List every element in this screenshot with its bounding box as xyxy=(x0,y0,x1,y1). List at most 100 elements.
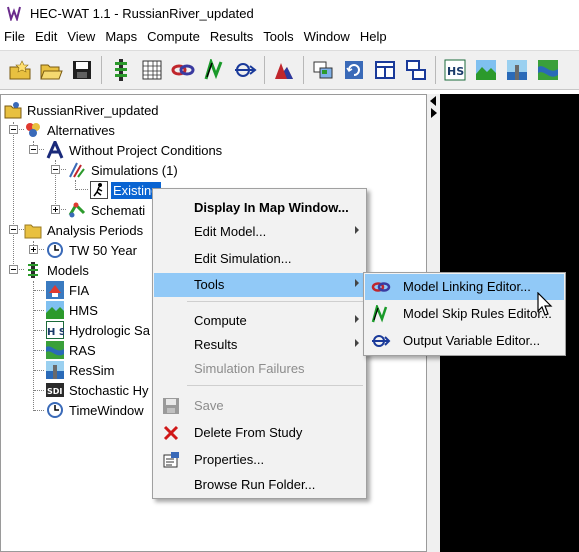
landscape-button[interactable] xyxy=(472,55,500,85)
expander-simulations[interactable] xyxy=(51,165,60,174)
new-study-button[interactable] xyxy=(6,55,34,85)
menu-file[interactable]: File xyxy=(0,29,30,44)
output-variable-label: Output Variable Editor... xyxy=(403,333,541,348)
menu-item-browse-run-folder[interactable]: Browse Run Folder... xyxy=(154,473,365,497)
menu-item-edit-model[interactable]: Edit Model... xyxy=(154,220,365,244)
menu-item-model-skip-rules-editor[interactable]: Model Skip Rules Editor... xyxy=(365,301,564,327)
tree-node-model-hydrologic-sampler[interactable]: H S Hydrologic Sa xyxy=(46,320,152,340)
results-label: Results xyxy=(194,337,238,352)
tree-node-alternatives[interactable]: Alternatives xyxy=(24,120,117,140)
expander-schematic[interactable] xyxy=(51,205,60,214)
models-button[interactable] xyxy=(107,55,135,85)
tree-node-model-timewindow[interactable]: TimeWindow xyxy=(46,400,146,420)
menu-view[interactable]: View xyxy=(62,29,100,44)
refresh-button[interactable] xyxy=(340,55,368,85)
collapse-left-icon[interactable] xyxy=(430,96,436,106)
menu-item-delete[interactable]: Delete From Study xyxy=(154,421,365,445)
properties-label: Properties... xyxy=(194,452,265,467)
models-icon xyxy=(24,261,42,279)
menu-results[interactable]: Results xyxy=(205,29,258,44)
tile-windows-button[interactable] xyxy=(371,55,399,85)
menu-item-model-linking-editor[interactable]: Model Linking Editor... xyxy=(365,274,564,300)
tree-node-model-stochastic[interactable]: SDI Stochastic Hy xyxy=(46,380,150,400)
fia-icon xyxy=(46,281,64,299)
menu-item-save: Save xyxy=(154,394,365,418)
menu-item-display-in-map[interactable]: Display In Map Window... xyxy=(154,196,365,220)
model-linking-button[interactable] xyxy=(169,55,197,85)
expander-alternatives[interactable] xyxy=(9,125,18,134)
mouse-pointer-icon xyxy=(537,291,555,318)
study-folder-icon xyxy=(4,101,22,119)
tree-node-tw50[interactable]: TW 50 Year xyxy=(46,240,139,260)
save-button[interactable] xyxy=(68,55,96,85)
tree-node-study-root[interactable]: RussianRiver_updated xyxy=(4,100,161,120)
submenu-arrow-icon xyxy=(355,339,359,347)
collapse-right-icon[interactable] xyxy=(431,108,437,118)
table-button[interactable] xyxy=(138,55,166,85)
tree-node-analysis-periods[interactable]: Analysis Periods xyxy=(24,220,145,240)
tree-node-without-project[interactable]: Without Project Conditions xyxy=(46,138,224,160)
tree-node-models[interactable]: Models xyxy=(24,260,91,280)
tree-node-model-hms[interactable]: HMS xyxy=(46,300,100,320)
model-ressim-label: ResSim xyxy=(69,362,115,378)
menu-item-simulation-failures: Simulation Failures xyxy=(154,357,365,381)
menu-item-results[interactable]: Results xyxy=(154,333,365,357)
menu-item-output-variable-editor[interactable]: Output Variable Editor... xyxy=(365,328,564,354)
output-arrow-icon xyxy=(235,63,257,77)
open-study-button[interactable] xyxy=(37,55,65,85)
reservoir-icon xyxy=(507,60,527,80)
menu-maps[interactable]: Maps xyxy=(100,29,142,44)
expander-without-project[interactable] xyxy=(29,145,38,154)
tree-node-model-ras[interactable]: RAS xyxy=(46,340,98,360)
browse-label: Browse Run Folder... xyxy=(194,477,316,492)
hec-wat-app-icon xyxy=(6,5,22,23)
expander-models[interactable] xyxy=(9,265,18,274)
map-layers-icon xyxy=(313,61,333,79)
submenu-arrow-icon xyxy=(355,315,359,323)
compute-label: Compute xyxy=(194,313,247,328)
expander-tw50[interactable] xyxy=(29,245,38,254)
tree-node-model-fia[interactable]: FIA xyxy=(46,280,91,300)
tree-node-existing[interactable]: Existing xyxy=(90,180,161,200)
simulation-runner-icon xyxy=(90,181,108,199)
tree-connector xyxy=(76,189,88,190)
folder-icon xyxy=(24,221,42,239)
tree-connector xyxy=(34,290,44,291)
menu-item-properties[interactable]: Properties... xyxy=(154,448,365,472)
toolbar-separator xyxy=(264,56,265,84)
menu-tools[interactable]: Tools xyxy=(258,29,298,44)
menu-edit[interactable]: Edit xyxy=(30,29,62,44)
map-tool-button[interactable] xyxy=(309,55,337,85)
tree-node-schematic[interactable]: Schemati xyxy=(68,200,147,220)
cascade-windows-button[interactable] xyxy=(402,55,430,85)
toolbar-separator xyxy=(303,56,304,84)
schematic-icon xyxy=(68,201,86,219)
menu-window[interactable]: Window xyxy=(299,29,355,44)
simulations-icon xyxy=(68,161,86,179)
study-root-label: RussianRiver_updated xyxy=(27,102,159,118)
hms-button[interactable]: HS xyxy=(441,55,469,85)
menu-help[interactable]: Help xyxy=(355,29,392,44)
model-timewindow-label: TimeWindow xyxy=(69,402,144,418)
alternative-a-icon xyxy=(46,138,64,159)
model-hms-label: HMS xyxy=(69,302,98,318)
menu-item-compute[interactable]: Compute xyxy=(154,309,365,333)
menu-compute[interactable]: Compute xyxy=(142,29,205,44)
grid-table-icon xyxy=(142,60,162,80)
expander-analysis-periods[interactable] xyxy=(9,225,18,234)
tree-node-simulations[interactable]: Simulations (1) xyxy=(68,160,180,180)
tree-connector xyxy=(34,310,44,311)
menu-item-tools[interactable]: Tools xyxy=(154,273,365,297)
simulations-label: Simulations (1) xyxy=(91,162,178,178)
menu-item-edit-simulation[interactable]: Edit Simulation... xyxy=(154,247,365,271)
simulation-failures-label: Simulation Failures xyxy=(194,361,305,376)
alternatives-label: Alternatives xyxy=(47,122,115,138)
skip-rules-button[interactable] xyxy=(200,55,228,85)
reservoir-button[interactable] xyxy=(503,55,531,85)
tree-node-model-ressim[interactable]: ResSim xyxy=(46,360,117,380)
plot-button[interactable] xyxy=(270,55,298,85)
output-variable-button[interactable] xyxy=(231,55,259,85)
model-stochastic-label: Stochastic Hy xyxy=(69,382,149,398)
ras-button[interactable] xyxy=(534,55,562,85)
tree-connector xyxy=(34,410,44,411)
